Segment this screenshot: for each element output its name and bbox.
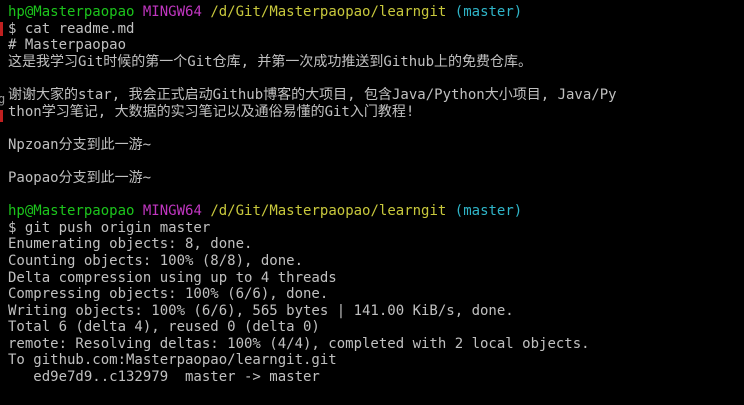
output-line: Npzoan分支到此一游~ <box>8 136 152 153</box>
prompt-branch: (master) <box>454 203 523 220</box>
output-line: Writing objects: 100% (6/6), 565 bytes |… <box>8 302 514 319</box>
terminal-window[interactable]: g hp@Masterpaopao MINGW64 /d/Git/Masterp… <box>0 0 744 405</box>
output-line: Compressing objects: 100% (6/6), done. <box>8 286 329 303</box>
command-line-2: $ git push origin master <box>8 219 211 236</box>
prompt-line-1: hp@Masterpaopao MINGW64 /d/Git/Masterpao… <box>8 4 744 21</box>
output-line: To github.com:Masterpaopao/learngit.git <box>8 352 337 369</box>
prompt-env: MINGW64 <box>142 4 202 20</box>
output-line: 这是我学习Git时候的第一个Git仓库, 并第一次成功推送到Github上的免费… <box>8 53 533 70</box>
prompt-env: MINGW64 <box>142 203 202 220</box>
output-line: Counting objects: 100% (8/8), done. <box>8 252 304 269</box>
output-line: Total 6 (delta 4), reused 0 (delta 0) <box>8 319 320 336</box>
output-line: ed9e7d9..c132979 master -> master <box>8 369 320 386</box>
output-line: 谢谢大家的star, 我会正式启动Github博客的大项目, 包含Java/Py… <box>8 86 617 103</box>
prompt-user: hp@Masterpaopao <box>8 4 135 20</box>
prompt-branch: (master) <box>454 4 523 20</box>
edge-partial-glyph: g <box>0 92 6 106</box>
prompt-line-2: hp@Masterpaopao MINGW64 /d/Git/Masterpao… <box>8 203 744 220</box>
output-line: # Masterpaopao <box>8 37 127 54</box>
command-line-1: $ cat readme.md <box>8 20 135 37</box>
prompt-path: /d/Git/Masterpaopao/learngit <box>210 203 447 220</box>
window-left-edge: g <box>0 0 6 405</box>
edge-mark-red-top <box>0 22 3 36</box>
output-line: thon学习笔记, 大数据的实习笔记以及通俗易懂的Git入门教程! <box>8 103 415 120</box>
output-line: Paopao分支到此一游~ <box>8 169 152 186</box>
output-line: Enumerating objects: 8, done. <box>8 236 253 253</box>
output-line: remote: Resolving deltas: 100% (4/4), co… <box>8 335 590 352</box>
terminal-output: hp@Masterpaopao MINGW64 /d/Git/Masterpao… <box>0 4 744 386</box>
prompt-user: hp@Masterpaopao <box>8 203 135 220</box>
output-line: Delta compression using up to 4 threads <box>8 269 337 286</box>
edge-mark-red-bottom <box>0 110 3 122</box>
prompt-path: /d/Git/Masterpaopao/learngit <box>210 4 447 20</box>
